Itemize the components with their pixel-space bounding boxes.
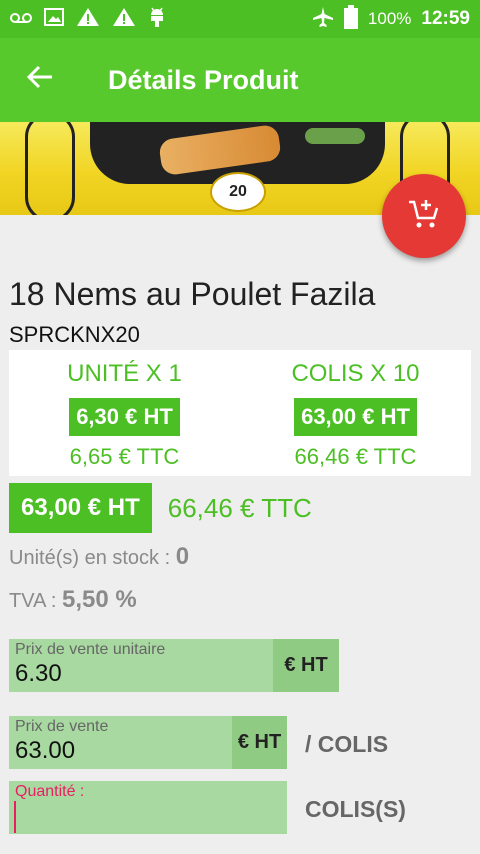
colis-unit-label: COLIS(S) [305,796,406,822]
price-table: UNITÉ X 1 6,30 € HT 6,65 € TTC COLIS X 1… [9,350,471,476]
stock-label: Unité(s) en stock : [9,547,176,569]
battery-level: 100% [367,9,412,28]
stock-value: 0 [175,543,190,570]
tva-label: TVA : [9,590,62,612]
unit-price-field-label: Prix de vente unitaire [15,641,166,658]
add-shopping-cart-icon [407,198,441,235]
colis-price-ht: 63,00 € HT [294,398,417,436]
quantity-badge: 20 [210,172,266,212]
unit-price-ttc: 6,65 € TTC [69,444,180,469]
warning-icon [76,7,100,32]
app-bar: Détails Produit [0,38,480,122]
unit-price-input[interactable]: 6.30 [15,660,62,688]
back-button[interactable] [0,38,80,122]
warning-icon [112,7,136,32]
sale-price-input[interactable]: 63.00 [15,737,75,765]
total-price-ht: 63,00 € HT [9,483,152,533]
unit-price-suffix: € HT [273,639,339,692]
add-to-cart-button[interactable] [382,174,466,258]
battery-icon [343,4,358,34]
unit-price-ht: 6,30 € HT [69,398,180,436]
voicemail-icon [10,9,32,30]
total-price-ttc: 66,46 € TTC [167,492,312,523]
per-colis-label: / COLIS [305,731,389,757]
colis-price-ttc: 66,46 € TTC [294,444,417,469]
quantity-field[interactable]: Quantité : [9,781,287,834]
tva-info: TVA : 5,50 % [9,586,137,614]
android-icon [148,6,166,33]
product-reference: SPRCKNX20 [9,322,140,347]
total-price: 63,00 € HT 66,46 € TTC [9,483,312,533]
colis-label: COLIS X 10 [291,360,420,387]
unit-label: UNITÉ X 1 [67,360,182,387]
tva-value: 5,50 % [61,586,137,613]
stock-info: Unité(s) en stock : 0 [9,543,189,571]
airplane-mode-icon [312,6,334,33]
sale-price-field[interactable]: Prix de vente 63.00 € HT [9,716,287,769]
page-title: Détails Produit [108,64,299,95]
text-cursor [14,801,16,833]
unit-price-option[interactable]: UNITÉ X 1 6,30 € HT 6,65 € TTC [9,350,240,476]
banner-decoration [25,122,75,215]
image-icon [44,7,64,31]
quantity-field-label: Quantité : [15,783,85,800]
banner-vegetable [305,128,365,144]
colis-price-option[interactable]: COLIS X 10 63,00 € HT 66,46 € TTC [240,350,471,476]
product-name: 18 Nems au Poulet Fazila [9,276,376,312]
status-bar: 100% 12:59 [0,0,480,38]
arrow-back-icon [26,63,53,97]
clock: 12:59 [421,8,470,29]
unit-price-field[interactable]: Prix de vente unitaire 6.30 € HT [9,639,339,692]
sale-price-field-label: Prix de vente [15,718,109,735]
sale-price-suffix: € HT [232,716,287,769]
